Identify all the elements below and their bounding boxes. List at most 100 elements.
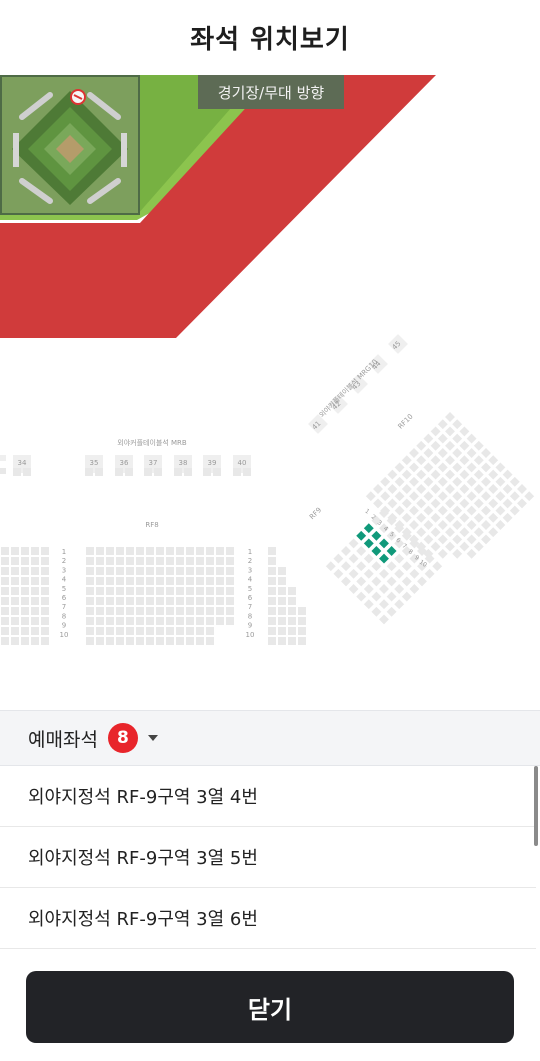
seat[interactable]: [268, 627, 276, 635]
seat[interactable]: [466, 548, 477, 559]
seat[interactable]: [86, 577, 94, 585]
seat[interactable]: [41, 567, 49, 575]
seat[interactable]: [166, 597, 174, 605]
seat[interactable]: [116, 627, 124, 635]
booked-seats-dropdown[interactable]: 예매좌석 8: [0, 710, 540, 766]
seat[interactable]: [86, 627, 94, 635]
seat[interactable]: [430, 541, 441, 552]
seat[interactable]: [156, 587, 164, 595]
seat[interactable]: [452, 505, 463, 516]
seat[interactable]: [136, 607, 144, 615]
seat[interactable]: [401, 576, 412, 587]
seat[interactable]: [96, 607, 104, 615]
seat[interactable]: [156, 577, 164, 585]
seat[interactable]: [156, 557, 164, 565]
seat[interactable]: [146, 627, 154, 635]
seat[interactable]: [452, 491, 463, 502]
seat[interactable]: [278, 637, 286, 645]
seat[interactable]: [186, 637, 194, 645]
seat[interactable]: [473, 527, 484, 538]
seat[interactable]: [278, 607, 286, 615]
seat[interactable]: [21, 617, 29, 625]
seat[interactable]: [146, 587, 154, 595]
seat[interactable]: [356, 591, 367, 602]
seat[interactable]: [116, 557, 124, 565]
seat[interactable]: [423, 505, 434, 516]
seat[interactable]: [166, 637, 174, 645]
seat[interactable]: [226, 587, 234, 595]
seat[interactable]: [473, 455, 484, 466]
seat[interactable]: [473, 512, 484, 523]
seat[interactable]: [96, 587, 104, 595]
seat[interactable]: [216, 547, 224, 555]
seat[interactable]: [21, 547, 29, 555]
seat[interactable]: [473, 498, 484, 509]
seat[interactable]: [106, 637, 114, 645]
seat[interactable]: [401, 512, 412, 523]
seat[interactable]: [176, 597, 184, 605]
seat[interactable]: [31, 567, 39, 575]
seat[interactable]: [85, 468, 93, 476]
seat[interactable]: [298, 637, 306, 645]
seat[interactable]: [445, 541, 455, 552]
seat[interactable]: [11, 567, 19, 575]
seat[interactable]: [1, 617, 9, 625]
seat[interactable]: [379, 614, 389, 625]
seat[interactable]: [186, 607, 194, 615]
seat[interactable]: [86, 637, 94, 645]
seat[interactable]: [488, 455, 499, 466]
seat[interactable]: [11, 617, 19, 625]
seat[interactable]: [278, 597, 286, 605]
seat[interactable]: [371, 606, 382, 617]
seat[interactable]: [459, 455, 470, 466]
seat[interactable]: [116, 617, 124, 625]
seat[interactable]: [409, 505, 419, 516]
seat[interactable]: [31, 547, 39, 555]
seat[interactable]: [21, 577, 29, 585]
seat[interactable]: [278, 617, 286, 625]
seat[interactable]: [509, 505, 520, 516]
seat[interactable]: [126, 617, 134, 625]
seat[interactable]: [416, 455, 427, 466]
seat[interactable]: [466, 462, 477, 473]
seat[interactable]: [423, 476, 434, 487]
seat[interactable]: [298, 617, 306, 625]
seat[interactable]: [416, 527, 427, 538]
seat[interactable]: [0, 468, 6, 474]
seat[interactable]: [186, 547, 194, 555]
seat[interactable]: [459, 440, 470, 451]
seat[interactable]: [115, 468, 123, 476]
seat[interactable]: [226, 607, 234, 615]
seat[interactable]: [348, 568, 359, 579]
seat[interactable]: [401, 455, 412, 466]
seat[interactable]: [166, 547, 174, 555]
seat[interactable]: [216, 567, 224, 575]
seat[interactable]: [430, 440, 441, 451]
seat[interactable]: [373, 498, 383, 509]
seat[interactable]: [31, 627, 39, 635]
seat[interactable]: [226, 567, 234, 575]
seat[interactable]: [373, 484, 383, 494]
seat[interactable]: [206, 557, 214, 565]
seat[interactable]: [379, 568, 389, 579]
seat[interactable]: [156, 567, 164, 575]
seat[interactable]: [136, 627, 144, 635]
seat[interactable]: [409, 448, 419, 458]
table-seat[interactable]: [0, 455, 6, 461]
seat[interactable]: [437, 419, 448, 430]
seat[interactable]: [41, 607, 49, 615]
seat[interactable]: [176, 627, 184, 635]
seat[interactable]: [437, 548, 448, 559]
seat[interactable]: [445, 455, 455, 466]
seat[interactable]: [401, 561, 412, 572]
seat[interactable]: [452, 448, 463, 458]
seat[interactable]: [146, 607, 154, 615]
seat[interactable]: [394, 553, 405, 564]
seat[interactable]: [430, 527, 441, 538]
seat[interactable]: [423, 534, 434, 545]
seat[interactable]: [416, 512, 427, 523]
seat[interactable]: [216, 557, 224, 565]
seat[interactable]: [31, 607, 39, 615]
seat[interactable]: [430, 426, 441, 437]
seat[interactable]: [196, 607, 204, 615]
